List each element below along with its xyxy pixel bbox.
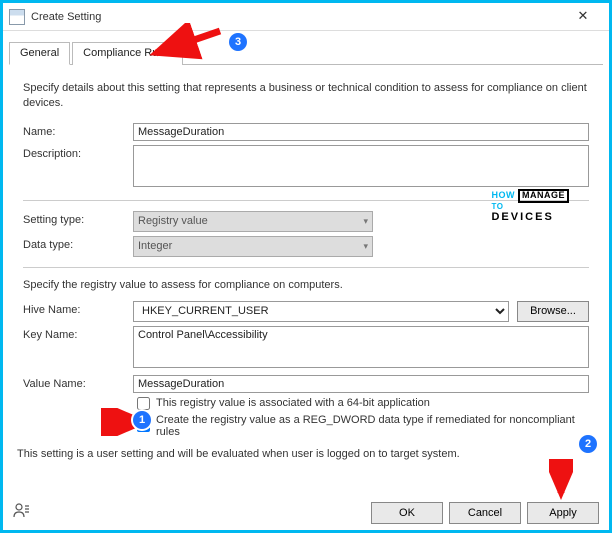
watermark-logo: HOW MANAGE TO DEVICES bbox=[491, 189, 569, 224]
annotation-badge-1: 1 bbox=[133, 411, 151, 429]
data-type-label: Data type: bbox=[23, 236, 133, 251]
tab-general[interactable]: General bbox=[9, 42, 70, 65]
footer-note: This setting is a user setting and will … bbox=[17, 448, 595, 460]
check-64bit-label: This registry value is associated with a… bbox=[156, 397, 430, 409]
separator bbox=[23, 267, 589, 268]
setting-type-select: Registry value bbox=[133, 211, 373, 232]
key-label: Key Name: bbox=[23, 326, 133, 341]
hive-label: Hive Name: bbox=[23, 301, 133, 316]
setting-type-label: Setting type: bbox=[23, 211, 133, 226]
close-button[interactable]: ✕ bbox=[563, 5, 603, 29]
annotation-badge-3: 3 bbox=[229, 33, 247, 51]
check-reg-dword-label: Create the registry value as a REG_DWORD… bbox=[156, 414, 589, 438]
hive-select[interactable]: HKEY_CURRENT_USER bbox=[133, 301, 509, 322]
annotation-arrow-2 bbox=[549, 459, 573, 501]
value-input[interactable] bbox=[133, 375, 589, 393]
annotation-badge-2: 2 bbox=[579, 435, 597, 453]
user-icon bbox=[13, 502, 31, 522]
value-label: Value Name: bbox=[23, 375, 133, 390]
annotation-arrow-3 bbox=[148, 23, 228, 61]
app-icon bbox=[9, 9, 25, 25]
data-type-select: Integer bbox=[133, 236, 373, 257]
name-label: Name: bbox=[23, 123, 133, 138]
button-bar: OK Cancel Apply bbox=[371, 502, 599, 524]
description-textarea[interactable] bbox=[133, 145, 589, 187]
description-label: Description: bbox=[23, 145, 133, 160]
key-textarea[interactable] bbox=[133, 326, 589, 368]
intro-text: Specify details about this setting that … bbox=[23, 81, 589, 111]
apply-button[interactable]: Apply bbox=[527, 502, 599, 524]
tab-content-general: Specify details about this setting that … bbox=[3, 65, 609, 438]
ok-button[interactable]: OK bbox=[371, 502, 443, 524]
registry-intro: Specify the registry value to assess for… bbox=[23, 278, 589, 293]
browse-button[interactable]: Browse... bbox=[517, 301, 589, 322]
tab-strip: General Compliance Rules bbox=[9, 41, 603, 65]
name-input[interactable] bbox=[133, 123, 589, 141]
titlebar: Create Setting ✕ bbox=[3, 3, 609, 31]
cancel-button[interactable]: Cancel bbox=[449, 502, 521, 524]
window-title: Create Setting bbox=[31, 11, 563, 23]
